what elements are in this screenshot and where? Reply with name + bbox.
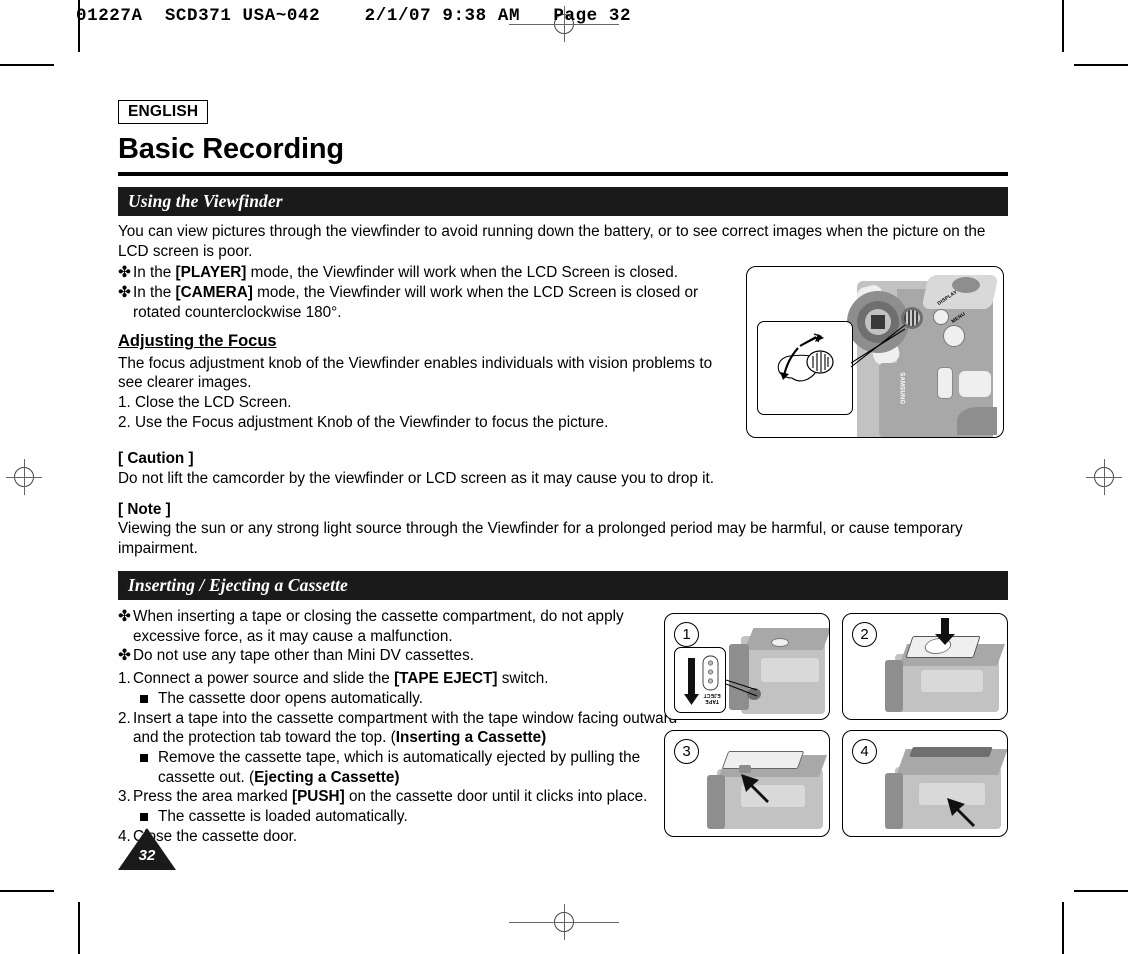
step-bold: Inserting a Cassette) — [395, 729, 547, 747]
viewfinder-intro: You can view pictures through the viewfi… — [118, 222, 986, 260]
caution-heading: [ Caution ] — [118, 450, 194, 468]
illustration-viewfinder-focus: DISPLAY MENU SAMSUNG — [746, 266, 1004, 439]
illustration-step-2: 2 — [842, 612, 1008, 720]
list-item: ✤ In the [CAMERA] mode, the Viewfinder w… — [118, 283, 746, 322]
callout-leader-line — [850, 324, 906, 368]
list-item: 2. Insert a tape into the cassette compa… — [118, 709, 678, 748]
crop-mark-bottom-right-vertical — [1062, 902, 1064, 954]
page-number-badge: 32 — [118, 828, 176, 870]
illustration-step-4: 4 — [842, 729, 1008, 837]
crop-mark-bottom-right-horizontal — [1074, 890, 1128, 892]
cassette-step-illustrations: 1 TAPE EJECT 2 3 4 — [664, 612, 1008, 837]
registration-mark-left — [6, 459, 42, 495]
bullet-pre: In the — [133, 283, 176, 301]
list-item: 1. Connect a power source and slide the … — [118, 669, 678, 689]
square-bullet-icon — [140, 689, 158, 709]
page-number: 32 — [138, 847, 156, 864]
language-badge: ENGLISH — [118, 100, 209, 125]
clover-bullet-icon: ✤ — [118, 264, 131, 282]
crop-mark-bottom-left-vertical — [78, 902, 80, 954]
list-item: The cassette door opens automatically. — [140, 689, 678, 709]
page-title: Basic Recording — [118, 133, 344, 166]
step-post: switch. — [497, 670, 549, 688]
page-content: ENGLISH Basic Recording Using the Viewfi… — [118, 100, 1008, 847]
step-pre: Close the cassette door. — [133, 827, 298, 845]
list-item: ✤ When inserting a tape or closing the c… — [118, 607, 678, 646]
step-pre: Press the area marked — [133, 788, 292, 806]
list-item: The cassette is loaded automatically. — [140, 807, 678, 827]
step-number: 2. — [118, 709, 131, 727]
cassette-bullet-1: When inserting a tape or closing the cas… — [133, 607, 624, 645]
note-heading: [ Note ] — [118, 500, 171, 518]
focus-body: The focus adjustment knob of the Viewfin… — [118, 354, 713, 392]
substep-text: The cassette is loaded automatically. — [158, 808, 408, 826]
substep-text: The cassette door opens automatically. — [158, 689, 424, 707]
crop-mark-top-left-horizontal — [0, 64, 54, 66]
note-body: Viewing the sun or any strong light sour… — [118, 520, 963, 558]
clover-bullet-icon: ✤ — [118, 647, 131, 665]
step-number: 3. — [118, 788, 131, 806]
step-badge-3: 3 — [674, 738, 699, 764]
step-bold: [PUSH] — [292, 788, 345, 806]
insert-direction-arrow-icon — [935, 617, 955, 645]
bullet-bold: [CAMERA] — [175, 283, 253, 301]
title-divider — [118, 172, 1008, 176]
focus-step-1: 1. Close the LCD Screen. — [118, 394, 292, 412]
subsection-heading-adjusting-the-focus: Adjusting the Focus — [118, 332, 277, 351]
list-item: 3. Press the area marked [PUSH] on the c… — [118, 787, 678, 807]
crop-mark-top-right-horizontal — [1074, 64, 1128, 66]
clover-bullet-icon: ✤ — [118, 283, 131, 301]
illustration-step-3: 3 — [664, 729, 830, 837]
illustration-step-1: 1 TAPE EJECT — [664, 612, 830, 720]
bullet-pre: In the — [133, 264, 176, 282]
section-bar-inserting-ejecting-a-cassette: Inserting / Ejecting a Cassette — [118, 570, 1008, 600]
step-bold: [TAPE EJECT] — [394, 670, 498, 688]
step-badge-1: 1 — [674, 621, 699, 647]
square-bullet-icon — [140, 748, 158, 787]
crop-mark-bottom-left-horizontal — [0, 890, 54, 892]
step-pre: Connect a power source and slide the — [133, 670, 395, 688]
list-item: 4. Close the cassette door. — [118, 827, 678, 847]
cassette-bullet-2: Do not use any tape other than Mini DV c… — [133, 647, 474, 665]
bullet-bold: [PLAYER] — [175, 264, 247, 282]
caution-body: Do not lift the camcorder by the viewfin… — [118, 469, 714, 487]
section-bar-using-the-viewfinder: Using the Viewfinder — [118, 186, 1008, 216]
step-number: 1. — [118, 670, 131, 688]
step-badge-4: 4 — [852, 738, 877, 764]
list-item: Remove the cassette tape, which is autom… — [140, 748, 678, 787]
square-bullet-icon — [140, 807, 158, 827]
step-badge-2: 2 — [852, 621, 877, 647]
registration-mark-right — [1086, 459, 1122, 495]
close-door-arrow-icon — [947, 797, 975, 827]
prepress-slug: 01227A SCD371 USA~042 2/1/07 9:38 AM Pag… — [76, 6, 632, 26]
registration-mark-bottom — [509, 904, 619, 940]
substep-bold: Ejecting a Cassette) — [254, 768, 400, 786]
clover-bullet-icon: ✤ — [118, 607, 131, 625]
list-item: ✤ Do not use any tape other than Mini DV… — [118, 646, 678, 666]
bullet-post: mode, the Viewfinder will work when the … — [246, 264, 679, 282]
focus-step-2: 2. Use the Focus adjustment Knob of the … — [118, 413, 609, 431]
push-direction-arrow-icon — [741, 773, 769, 803]
step-post: on the cassette door until it clicks int… — [344, 788, 648, 806]
list-item: ✤ In the [PLAYER] mode, the Viewfinder w… — [118, 263, 746, 283]
crop-mark-top-right-vertical — [1062, 0, 1064, 52]
